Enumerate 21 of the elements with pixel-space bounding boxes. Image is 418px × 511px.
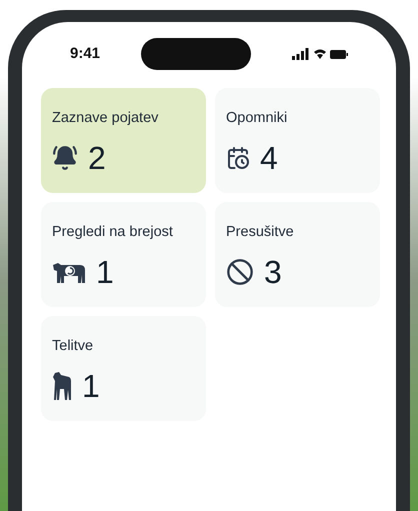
card-count: 4 (260, 142, 278, 174)
summary-card[interactable]: Telitve 1 (41, 316, 206, 421)
summary-card[interactable]: Opomniki 4 (215, 88, 380, 193)
summary-card[interactable]: Pregledi na brejost 1 (41, 202, 206, 307)
card-count: 2 (88, 142, 106, 174)
calendar-clock-icon (226, 146, 250, 170)
card-title: Telitve (52, 337, 94, 356)
status-time: 9:41 (70, 44, 100, 64)
card-title: Opomniki (226, 109, 288, 128)
prohibited-icon (226, 258, 254, 286)
bell-icon (52, 144, 78, 171)
status-icons (292, 48, 348, 60)
card-title: Zaznave pojatev (52, 109, 160, 128)
card-count: 1 (96, 256, 114, 288)
summary-card[interactable]: Presušitve 3 (215, 202, 380, 307)
summary-card[interactable]: Zaznave pojatev 2 (41, 88, 206, 193)
card-count: 1 (82, 370, 100, 402)
card-title: Pregledi na brejost (52, 223, 174, 242)
card-count: 3 (264, 256, 282, 288)
card-title: Presušitve (226, 223, 295, 242)
calf-icon (52, 370, 72, 401)
